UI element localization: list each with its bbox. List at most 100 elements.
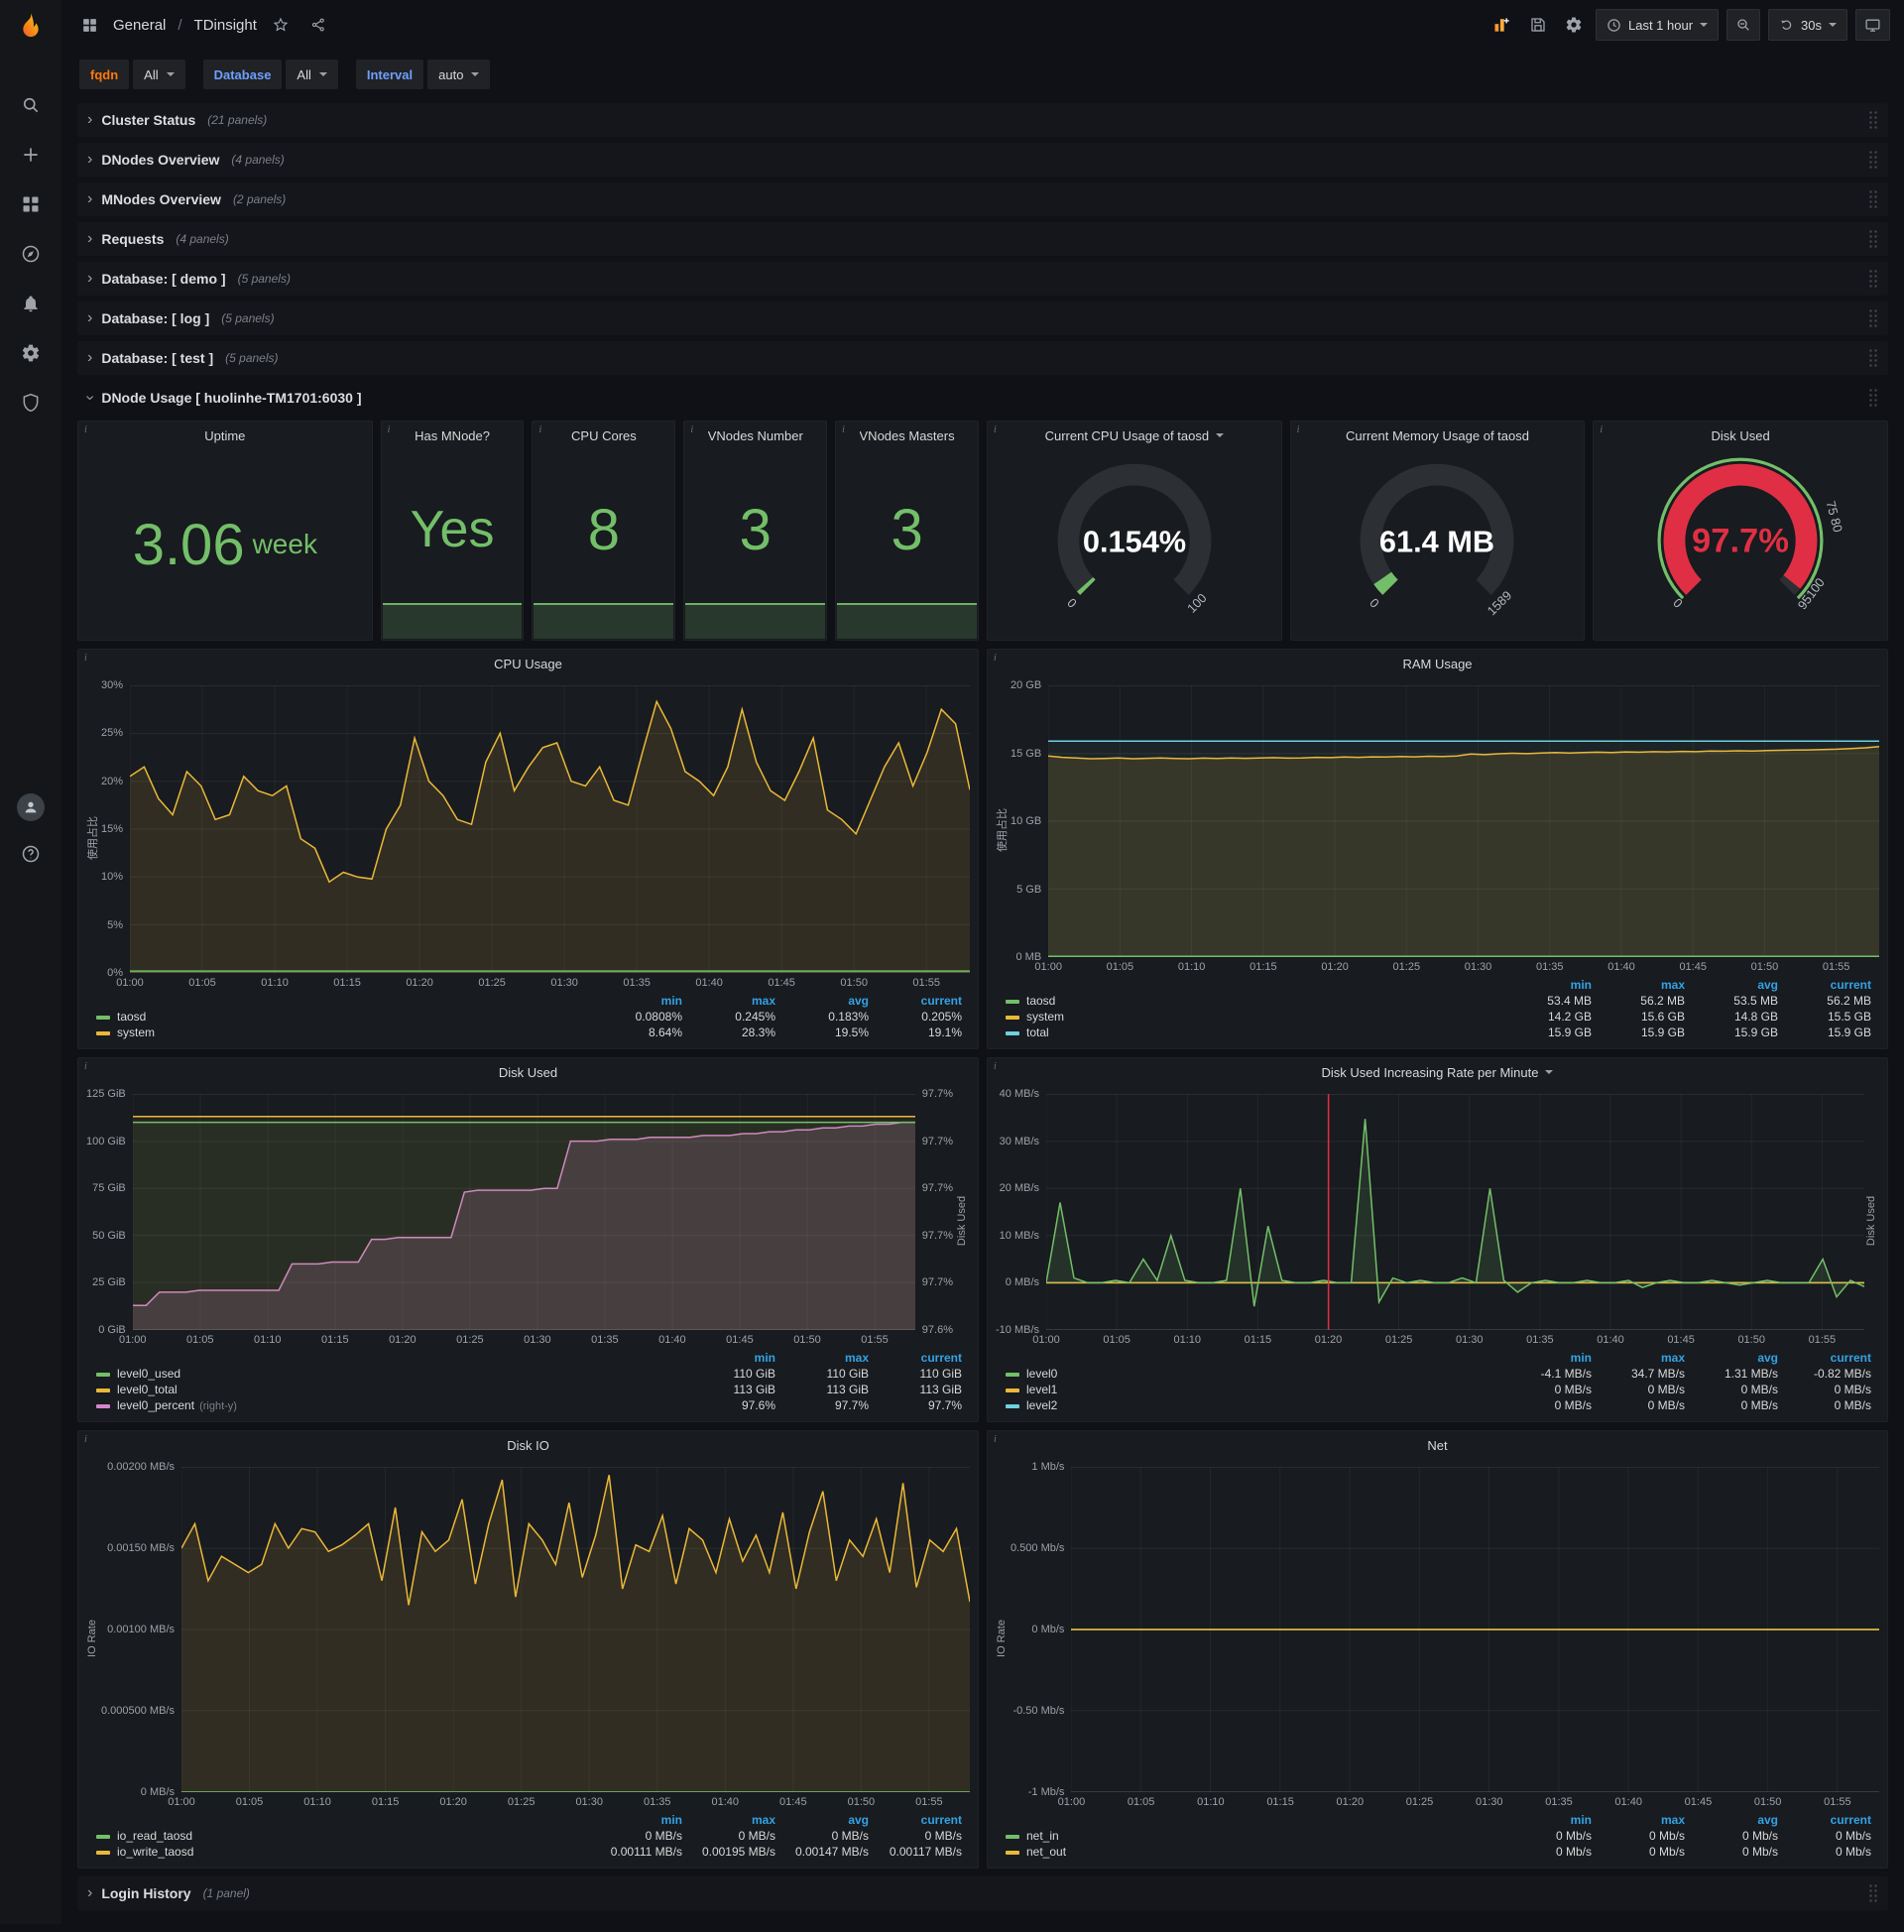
legend-header-avg[interactable]: avg — [1687, 1350, 1780, 1366]
panel-info-icon[interactable]: i — [1600, 424, 1603, 435]
panel-title[interactable]: CPU Cores — [571, 428, 637, 443]
legend-header-max[interactable]: max — [1594, 977, 1687, 993]
row-database-demo[interactable]: › Database: [ demo ] (5 panels) — [77, 262, 1888, 296]
series-name[interactable]: net_out — [1026, 1845, 1066, 1859]
panel-info-icon[interactable]: i — [690, 424, 693, 435]
row-drag-handle[interactable] — [1868, 229, 1878, 249]
legend-header-current[interactable]: current — [871, 993, 964, 1009]
chart-plot-area[interactable] — [181, 1467, 970, 1792]
alerting-bell-icon[interactable] — [20, 293, 42, 314]
breadcrumb-dashboard-title[interactable]: TDinsight — [194, 17, 257, 34]
series-name[interactable]: level0 — [1026, 1367, 1057, 1381]
explore-compass-icon[interactable] — [20, 243, 42, 265]
legend-header-min[interactable]: min — [591, 1812, 684, 1828]
row-dnodes-overview[interactable]: › DNodes Overview (4 panels) — [77, 143, 1888, 177]
row-mnodes-overview[interactable]: › MNodes Overview (2 panels) — [77, 182, 1888, 216]
panel-title[interactable]: Disk Used — [499, 1065, 557, 1080]
dashboards-grid-icon[interactable] — [20, 193, 42, 215]
search-icon[interactable] — [20, 94, 42, 116]
panel-info-icon[interactable]: i — [842, 424, 845, 435]
row-cluster-status[interactable]: › Cluster Status (21 panels) — [77, 103, 1888, 137]
legend-header-avg[interactable]: avg — [777, 993, 871, 1009]
legend-header-min[interactable]: min — [591, 993, 684, 1009]
panel-title[interactable]: Has MNode? — [415, 428, 490, 443]
series-name[interactable]: system — [117, 1026, 155, 1039]
panel-title[interactable]: VNodes Masters — [860, 428, 955, 443]
panel-info-icon[interactable]: i — [994, 1434, 997, 1445]
row-login-history[interactable]: › Login History (1 panel) — [77, 1876, 1888, 1910]
panel-title[interactable]: CPU Usage — [494, 657, 562, 671]
legend-header-current[interactable]: current — [1780, 1812, 1873, 1828]
row-drag-handle[interactable] — [1868, 110, 1878, 130]
series-name[interactable]: level0_used — [117, 1367, 180, 1381]
chart-canvas[interactable] — [1048, 685, 1879, 957]
breadcrumb-folder[interactable]: General — [113, 17, 166, 34]
legend-header-max[interactable]: max — [1594, 1350, 1687, 1366]
panel-title[interactable]: VNodes Number — [708, 428, 803, 443]
row-drag-handle[interactable] — [1868, 150, 1878, 170]
configuration-gear-icon[interactable] — [20, 342, 42, 364]
legend-header-max[interactable]: max — [684, 993, 777, 1009]
chart-plot-area[interactable] — [1048, 685, 1879, 957]
series-name[interactable]: io_read_taosd — [117, 1829, 192, 1843]
star-icon[interactable] — [267, 11, 295, 39]
panel-info-icon[interactable]: i — [84, 1434, 87, 1445]
legend-header-avg[interactable]: avg — [1687, 977, 1780, 993]
row-drag-handle[interactable] — [1868, 269, 1878, 289]
save-dashboard-icon[interactable] — [1524, 11, 1552, 39]
chart-canvas[interactable] — [1046, 1094, 1864, 1330]
row-dnode-usage[interactable]: › DNode Usage [ huolinhe-TM1701:6030 ] — [77, 381, 1888, 415]
panel-title[interactable]: Current Memory Usage of taosd — [1346, 428, 1529, 443]
panel-info-icon[interactable]: i — [994, 1061, 997, 1072]
row-database-test[interactable]: › Database: [ test ] (5 panels) — [77, 341, 1888, 375]
panel-menu-caret-icon[interactable] — [1216, 433, 1224, 437]
chart-plot-area[interactable] — [1071, 1467, 1879, 1792]
cycle-view-mode-button[interactable] — [1855, 9, 1890, 41]
help-icon[interactable] — [20, 843, 42, 865]
series-name[interactable]: taosd — [1026, 994, 1055, 1008]
series-name[interactable]: level0_percent — [117, 1398, 194, 1412]
panel-title[interactable]: Disk Used — [1712, 428, 1770, 443]
row-requests[interactable]: › Requests (4 panels) — [77, 222, 1888, 256]
variable-fqdn-value-dropdown[interactable]: All — [133, 60, 184, 89]
panel-info-icon[interactable]: i — [84, 424, 87, 435]
panel-info-icon[interactable]: i — [994, 653, 997, 664]
series-name[interactable]: taosd — [117, 1010, 146, 1024]
panel-title[interactable]: Uptime — [204, 428, 245, 443]
disk-used-gauge[interactable]: 075 809510097.7% — [1594, 449, 1887, 640]
panel-info-icon[interactable]: i — [994, 424, 997, 435]
panel-info-icon[interactable]: i — [1297, 424, 1300, 435]
legend-header-max[interactable]: max — [777, 1350, 871, 1366]
row-drag-handle[interactable] — [1868, 388, 1878, 408]
legend-header-avg[interactable]: avg — [777, 1812, 871, 1828]
panel-title[interactable]: Disk Used Increasing Rate per Minute — [1322, 1065, 1539, 1080]
zoom-out-button[interactable] — [1726, 9, 1760, 41]
row-drag-handle[interactable] — [1868, 308, 1878, 328]
time-range-picker[interactable]: Last 1 hour — [1596, 9, 1719, 41]
panel-title[interactable]: Disk IO — [507, 1438, 549, 1453]
legend-header-current[interactable]: current — [1780, 977, 1873, 993]
legend-header-current[interactable]: current — [871, 1812, 964, 1828]
legend-header-min[interactable]: min — [1500, 1812, 1594, 1828]
chart-canvas[interactable] — [181, 1467, 970, 1792]
legend-header-current[interactable]: current — [871, 1350, 964, 1366]
series-name[interactable]: level1 — [1026, 1383, 1057, 1396]
legend-header-min[interactable]: min — [1500, 977, 1594, 993]
series-name[interactable]: level2 — [1026, 1398, 1057, 1412]
share-icon[interactable] — [304, 11, 332, 39]
panel-info-icon[interactable]: i — [84, 1061, 87, 1072]
row-database-log[interactable]: › Database: [ log ] (5 panels) — [77, 302, 1888, 335]
chart-plot-area[interactable] — [133, 1094, 915, 1330]
legend-header-min[interactable]: min — [684, 1350, 777, 1366]
legend-header-max[interactable]: max — [684, 1812, 777, 1828]
memory-usage-gauge[interactable]: 0158961.4 MB — [1291, 449, 1585, 640]
create-plus-icon[interactable] — [20, 144, 42, 166]
panel-title[interactable]: Current CPU Usage of taosd — [1045, 428, 1209, 443]
panel-info-icon[interactable]: i — [538, 424, 541, 435]
row-drag-handle[interactable] — [1868, 1883, 1878, 1903]
dashboard-settings-gear-icon[interactable] — [1560, 11, 1588, 39]
cpu-usage-gauge[interactable]: 01000.154% — [988, 449, 1281, 640]
variable-interval-value-dropdown[interactable]: auto — [427, 60, 490, 89]
series-name[interactable]: level0_total — [117, 1383, 178, 1396]
legend-header-max[interactable]: max — [1594, 1812, 1687, 1828]
